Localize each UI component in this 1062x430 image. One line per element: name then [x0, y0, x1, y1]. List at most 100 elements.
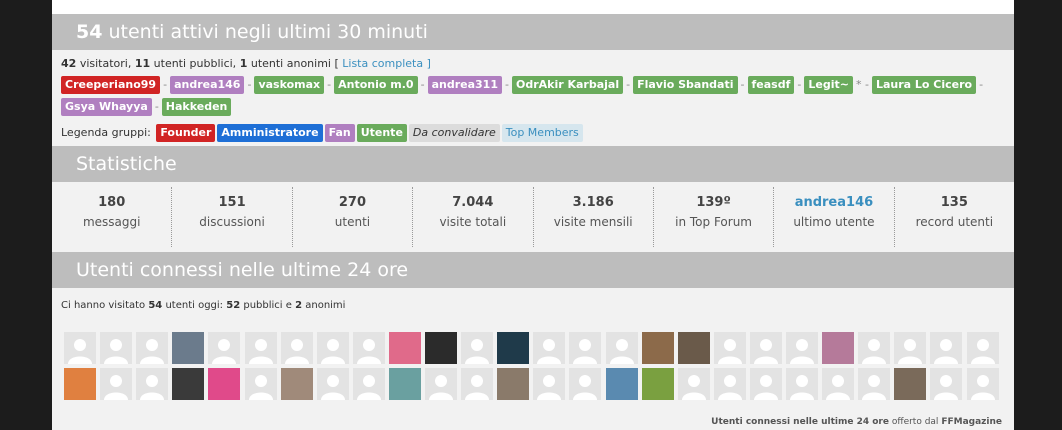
avatar[interactable] [280, 368, 313, 400]
default-avatar-icon [786, 368, 818, 400]
avatar[interactable] [966, 368, 999, 400]
avatar[interactable] [822, 332, 855, 364]
avatar[interactable] [749, 368, 782, 400]
stats-row: 180 messaggi 151 discussioni 270 utenti 7.044 v… [52, 182, 1014, 252]
online-user[interactable]: andrea146 [170, 76, 245, 94]
online-user[interactable]: Legit~ [804, 76, 853, 94]
stat-item: 270 utenti [293, 187, 414, 247]
avatar[interactable] [641, 332, 674, 364]
legend-group[interactable]: Amministratore [217, 124, 323, 142]
full-list-link[interactable]: Lista completa [342, 57, 423, 70]
visited-anon-label: anonimi [305, 300, 346, 311]
stat-item: 7.044 visite totali [413, 187, 534, 247]
avatar[interactable] [172, 368, 205, 400]
legend-group[interactable]: Da convalidare [408, 124, 500, 142]
avatar[interactable] [966, 332, 999, 364]
avatar[interactable] [894, 368, 927, 400]
online-user[interactable]: Hakkeden [161, 98, 232, 116]
avatar[interactable] [100, 332, 133, 364]
avatar[interactable] [533, 368, 566, 400]
online-user[interactable]: Creeperiano99 [61, 76, 161, 94]
footer-bold: Utenti connessi nelle ultime 24 ore [711, 417, 889, 427]
user-separator: - [740, 78, 745, 91]
avatar[interactable] [136, 368, 169, 400]
avatar[interactable] [858, 332, 891, 364]
avatar[interactable] [713, 332, 746, 364]
stat-label: ultimo utente [793, 215, 875, 229]
avatar[interactable] [280, 332, 313, 364]
avatar[interactable] [388, 332, 421, 364]
visited-intro: Ci hanno visitato [61, 300, 146, 311]
avatar[interactable] [316, 368, 349, 400]
legend-group[interactable]: Fan [324, 124, 355, 142]
online-header: 54 utenti attivi negli ultimi 30 minuti [52, 14, 1014, 50]
avatar[interactable] [894, 332, 927, 364]
online-user[interactable]: andrea311 [427, 76, 502, 94]
avatar[interactable] [388, 368, 421, 400]
avatar[interactable] [136, 332, 169, 364]
online-user[interactable]: Antonio m.0 [334, 76, 418, 94]
legend-label: Legenda gruppi: [61, 126, 151, 139]
default-avatar-icon [244, 332, 277, 364]
user-separator: - [163, 78, 168, 91]
avatar[interactable] [749, 332, 782, 364]
avatar[interactable] [930, 332, 963, 364]
online-user[interactable]: Laura Lo Cicero [871, 76, 977, 94]
stat-label: discussioni [199, 215, 265, 229]
visited-today-label: utenti oggi: [165, 300, 224, 311]
avatar[interactable] [244, 332, 277, 364]
online-user[interactable]: Gsya Whayya [61, 98, 152, 116]
avatar[interactable] [786, 368, 818, 400]
visited-public-label: pubblici e [243, 300, 292, 311]
stat-value[interactable]: andrea146 [774, 193, 893, 213]
avatar[interactable] [64, 368, 96, 400]
footer-brand[interactable]: FFMagazine [941, 417, 1002, 427]
avatar[interactable] [858, 368, 891, 400]
avatar[interactable] [569, 368, 602, 400]
avatar[interactable] [930, 368, 963, 400]
stat-label: visite mensili [553, 215, 633, 229]
avatar[interactable] [100, 368, 133, 400]
avatar[interactable] [605, 368, 638, 400]
avatar[interactable] [172, 332, 205, 364]
public-count: 11 [134, 57, 151, 70]
avatar[interactable] [822, 368, 855, 400]
online-user[interactable]: feasdf [747, 76, 795, 94]
avatar[interactable] [641, 368, 674, 400]
avatar[interactable] [569, 332, 602, 364]
avatar[interactable] [352, 368, 385, 400]
legend-group[interactable]: Founder [156, 124, 216, 142]
avatar[interactable] [425, 368, 457, 400]
avatar[interactable] [786, 332, 818, 364]
avatar[interactable] [316, 332, 349, 364]
avatar[interactable] [461, 332, 494, 364]
legend-group[interactable]: Top Members [501, 124, 583, 142]
avatar[interactable] [64, 332, 96, 364]
stat-label: messaggi [82, 215, 141, 229]
default-avatar-icon [316, 332, 349, 364]
avatar[interactable] [605, 332, 638, 364]
visited-anon: 2 [295, 300, 303, 311]
avatar[interactable] [713, 368, 746, 400]
avatar[interactable] [352, 332, 385, 364]
stat-label: in Top Forum [675, 215, 752, 229]
default-avatar-icon [749, 368, 782, 400]
default-avatar-icon [605, 332, 638, 364]
anon-count: 1 [239, 57, 248, 70]
online-user[interactable]: OdrAkir Karbajal [511, 76, 624, 94]
avatar[interactable] [425, 332, 457, 364]
avatar[interactable] [461, 368, 494, 400]
day-title: Utenti connessi nelle ultime 24 ore [76, 259, 409, 281]
online-user[interactable]: Flavio Sbandati [633, 76, 738, 94]
avatar[interactable] [244, 368, 277, 400]
avatar[interactable] [497, 332, 530, 364]
default-avatar-icon [930, 332, 963, 364]
legend-group[interactable]: Utente [356, 124, 407, 142]
avatar[interactable] [677, 332, 710, 364]
avatar[interactable] [208, 368, 241, 400]
avatar[interactable] [533, 332, 566, 364]
avatar[interactable] [208, 332, 241, 364]
avatar[interactable] [677, 368, 710, 400]
online-user[interactable]: vaskomax [254, 76, 325, 94]
avatar[interactable] [497, 368, 530, 400]
